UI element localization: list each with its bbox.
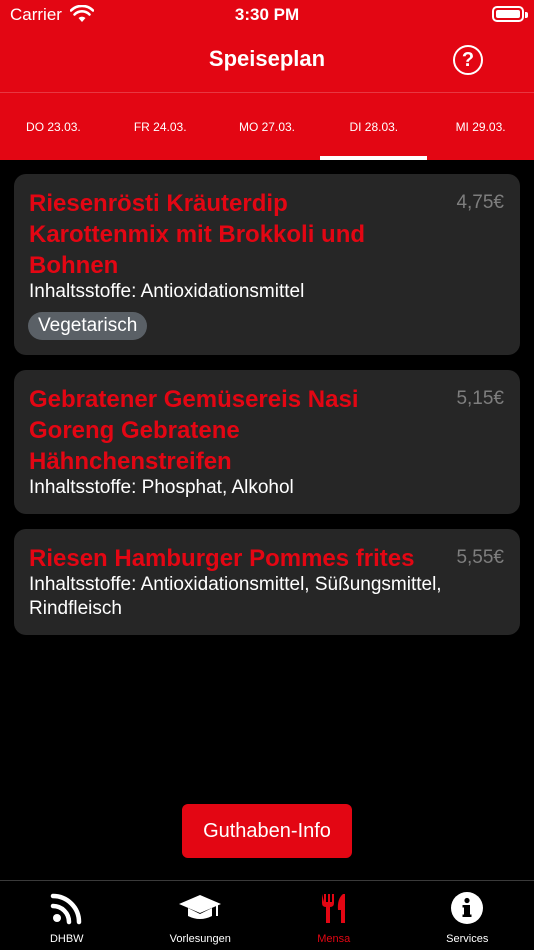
tab-day-4[interactable]: DI 28.03.	[320, 93, 427, 160]
tabbar-label: Mensa	[317, 933, 351, 945]
meal-name: Riesenrösti Kräuterdip Karottenmix mit B…	[29, 190, 366, 279]
tab-label: MO 27.03.	[238, 119, 295, 134]
tab-label: MI 29.03.	[455, 119, 506, 134]
tabbar-label: Vorlesungen	[169, 933, 231, 945]
rss-icon	[50, 893, 81, 925]
meal-price: 5,15€	[456, 388, 504, 409]
meal-ingredients: Inhaltsstoffe: Antioxidationsmittel	[29, 281, 305, 302]
tab-label: FR 24.03.	[133, 119, 187, 134]
tabbar-item-services[interactable]: Services	[401, 881, 534, 950]
tabbar-item-mensa[interactable]: Mensa	[267, 881, 401, 950]
tab-day-3[interactable]: MO 27.03.	[214, 93, 321, 160]
status-bar: Carrier 3:30 PM	[0, 0, 534, 32]
tab-day-1[interactable]: DO 23.03.	[0, 93, 107, 160]
tab-day-5[interactable]: MI 29.03.	[427, 93, 534, 160]
meal-price: 4,75€	[456, 192, 504, 213]
info-icon	[451, 892, 484, 924]
tabbar-item-dhbw[interactable]: DHBW	[0, 881, 134, 950]
tabbar-item-vorlesungen[interactable]: Vorlesungen	[134, 881, 268, 950]
tab-label: DO 23.03.	[26, 119, 81, 134]
meal-name: Gebratener Gemüsereis Nasi Goreng Gebrat…	[29, 386, 359, 475]
meal-card[interactable]: Riesenrösti Kräuterdip Karottenmix mit B…	[14, 174, 520, 355]
tab-bar: DHBW Vorlesungen Mensa Services	[0, 880, 534, 950]
help-button[interactable]: ?	[453, 45, 483, 75]
meal-price: 5,55€	[456, 547, 504, 568]
question-mark-icon: ?	[461, 48, 475, 71]
meal-name: Riesen Hamburger Pommes frites	[29, 545, 415, 572]
tabbar-label: DHBW	[49, 933, 84, 945]
graduation-cap-icon	[179, 895, 222, 919]
meal-ingredients: Inhaltsstoffe: Antioxidationsmittel, Süß…	[29, 574, 442, 619]
fork-knife-icon	[321, 894, 345, 923]
vegetarian-badge: Vegetarisch	[28, 312, 148, 340]
day-tabs: DO 23.03. FR 24.03. MO 27.03. DI 28.03. …	[0, 93, 534, 160]
meal-ingredients: Inhaltsstoffe: Phosphat, Alkohol	[29, 477, 294, 498]
meal-card[interactable]: Gebratener Gemüsereis Nasi Goreng Gebrat…	[14, 370, 520, 514]
tabbar-label: Services	[446, 933, 489, 945]
meal-card[interactable]: Riesen Hamburger Pommes frites 5,55€ Inh…	[14, 529, 520, 635]
clock: 3:30 PM	[234, 5, 300, 24]
guthaben-info-button[interactable]: Guthaben-Info	[182, 804, 352, 858]
battery-icon	[492, 6, 528, 22]
header: Carrier 3:30 PM Speiseplan ? DO 23.03. F…	[0, 0, 534, 160]
tab-day-2[interactable]: FR 24.03.	[107, 93, 214, 160]
tab-label: DI 28.03.	[349, 119, 399, 134]
